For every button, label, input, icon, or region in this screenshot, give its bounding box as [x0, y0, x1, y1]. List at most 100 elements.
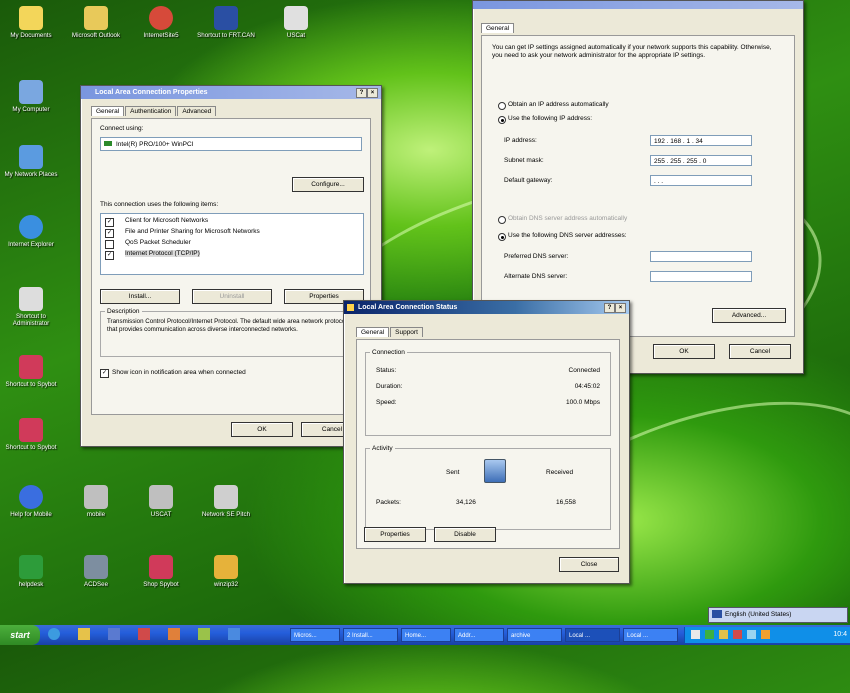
ip-address-field[interactable]: 192 . 168 . 1 . 34 [650, 135, 752, 146]
use-dns-radio[interactable] [498, 233, 506, 241]
title-bar[interactable]: Local Area Connection Status ? × [344, 301, 629, 314]
tab-general[interactable]: General [356, 327, 390, 337]
network-icon [347, 304, 354, 311]
tray-icon[interactable] [733, 630, 742, 639]
help-button[interactable]: ? [356, 88, 367, 98]
flag-icon [214, 6, 238, 30]
tab-advanced[interactable]: Advanced [177, 106, 217, 116]
taskbar-button[interactable]: Addr... [454, 628, 504, 642]
language-bar[interactable]: English (United States) [708, 607, 848, 623]
network-pitch-icon [214, 485, 238, 509]
components-list: ✓ Client for Microsoft Networks ✓ File and… [100, 213, 364, 275]
desktop-icon[interactable]: winzip32 [195, 555, 257, 588]
description-text: Transmission Control Protocol/Internet P… [107, 318, 347, 333]
taskbar-button[interactable]: 2 Install... [343, 628, 398, 642]
desktop-icon[interactable]: USCat [265, 6, 327, 39]
desktop-icon[interactable]: My Computer [0, 80, 62, 113]
desktop-icon[interactable]: Shortcut to Administrator [0, 287, 62, 327]
subnet-mask-field[interactable]: 255 . 255 . 255 . 0 [650, 155, 752, 166]
spybot-icon [19, 355, 43, 379]
help-icon [19, 485, 43, 509]
uninstall-button[interactable]: Uninstall [192, 289, 272, 304]
desktop-icon[interactable]: InternetSite5 [130, 6, 192, 39]
tray-icon[interactable] [761, 630, 770, 639]
list-item[interactable]: QoS Packet Scheduler [125, 239, 191, 246]
ok-button[interactable]: OK [231, 422, 293, 437]
close-button[interactable]: × [367, 88, 378, 98]
desktop-icon[interactable]: Microsoft Outlook [65, 6, 127, 39]
acdsee-icon [84, 555, 108, 579]
start-button[interactable]: start [0, 625, 40, 645]
show-icon-checkbox[interactable]: ✓ [100, 369, 109, 378]
title-bar[interactable] [473, 1, 803, 9]
desktop-icon[interactable]: ACDSee [65, 555, 127, 588]
cancel-button[interactable]: Cancel [729, 344, 791, 359]
desktop-icon[interactable]: My Documents [0, 6, 62, 39]
desktop-icon[interactable]: Internet Explorer [0, 215, 62, 248]
desktop-icon[interactable]: mobile [65, 485, 127, 518]
auto-ip-radio[interactable] [498, 102, 506, 110]
quick-launch-icon[interactable] [168, 628, 180, 640]
desktop-icon[interactable]: helpdesk [0, 555, 62, 588]
tab-general[interactable]: General [91, 106, 125, 116]
auto-dns-radio[interactable] [498, 216, 506, 224]
desktop-icon[interactable]: Help for Mobile [0, 485, 62, 518]
winzip-icon [214, 555, 238, 579]
desktop-icon[interactable]: Shortcut to Spybot [0, 355, 62, 388]
desktop-icon[interactable]: Network SE Pitch [195, 485, 257, 518]
quick-launch-icon[interactable] [48, 628, 60, 640]
configure-button[interactable]: Configure... [292, 177, 364, 192]
quick-launch-icon[interactable] [198, 628, 210, 640]
properties-button[interactable]: Properties [364, 527, 426, 542]
install-button[interactable]: Install... [100, 289, 180, 304]
tray-icon[interactable] [747, 630, 756, 639]
ok-button[interactable]: OK [653, 344, 715, 359]
gateway-label: Default gateway: [504, 177, 553, 184]
item-checkbox[interactable]: ✓ [105, 229, 114, 238]
title-bar[interactable]: Local Area Connection Properties ? × [81, 86, 381, 99]
taskbar-button[interactable]: Local ... [623, 628, 678, 642]
quick-launch-icon[interactable] [138, 628, 150, 640]
taskbar-button[interactable]: Micros... [290, 628, 340, 642]
list-item[interactable]: Internet Protocol (TCP/IP) [125, 250, 200, 257]
connection-group: Connection Status: Connected Duration: 0… [365, 349, 611, 436]
item-checkbox[interactable] [105, 240, 114, 249]
clock[interactable]: 10:4 [833, 627, 847, 643]
item-checkbox[interactable]: ✓ [105, 251, 114, 260]
tray-icon[interactable] [705, 630, 714, 639]
quick-launch-icon[interactable] [108, 628, 120, 640]
sql-icon [19, 287, 43, 311]
taskbar-button[interactable]: archive [507, 628, 562, 642]
tray-icon[interactable] [691, 630, 700, 639]
desktop-icon[interactable]: Shortcut to Spybot [0, 418, 62, 451]
network-icon [19, 145, 43, 169]
close-button[interactable]: × [615, 303, 626, 313]
desktop-icon[interactable]: USCAT [130, 485, 192, 518]
disable-button[interactable]: Disable [434, 527, 496, 542]
advanced-button[interactable]: Advanced... [712, 308, 786, 323]
desktop-icon[interactable]: My Network Places [0, 145, 62, 178]
items-label: This connection uses the following items… [100, 201, 219, 208]
status-value: Connected [568, 367, 600, 374]
tray-icon[interactable] [719, 630, 728, 639]
gateway-field[interactable]: . . . [650, 175, 752, 186]
quick-launch-icon[interactable] [78, 628, 90, 640]
taskbar-button[interactable]: Home... [401, 628, 451, 642]
quick-launch-icon[interactable] [228, 628, 240, 640]
desktop-icon[interactable]: Shortcut to FRT.CAN [195, 6, 257, 39]
tab-general[interactable]: General [481, 23, 515, 33]
list-item[interactable]: Client for Microsoft Networks [125, 217, 208, 224]
item-checkbox[interactable]: ✓ [105, 218, 114, 227]
use-ip-radio[interactable] [498, 116, 506, 124]
folder-icon [19, 6, 43, 30]
alternate-dns-field[interactable] [650, 271, 752, 282]
list-item[interactable]: File and Printer Sharing for Microsoft N… [125, 228, 260, 235]
tab-authentication[interactable]: Authentication [125, 106, 177, 116]
preferred-dns-field[interactable] [650, 251, 752, 262]
desktop-icon[interactable]: Shop Spybot [130, 555, 192, 588]
duration-value: 04:45:02 [574, 383, 600, 390]
close-button[interactable]: Close [559, 557, 619, 572]
tab-support[interactable]: Support [390, 327, 423, 337]
taskbar-button[interactable]: Local ... [565, 628, 620, 642]
help-button[interactable]: ? [604, 303, 615, 313]
